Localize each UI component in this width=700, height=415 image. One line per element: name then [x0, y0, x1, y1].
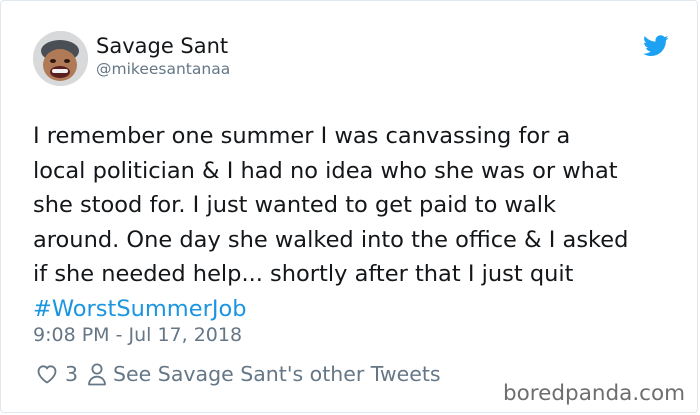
person-icon[interactable]: [87, 362, 107, 386]
tweet-actions: 3 See Savage Sant's other Tweets: [35, 359, 441, 389]
avatar-photo: [33, 31, 88, 86]
hashtag-link[interactable]: #WorstSummerJob: [33, 292, 683, 327]
twitter-bird-icon[interactable]: [643, 35, 669, 57]
like-count: 3: [65, 362, 79, 386]
user-name[interactable]: Savage Sant: [96, 33, 228, 59]
tweet-timestamp[interactable]: 9:08 PM - Jul 17, 2018: [33, 322, 242, 348]
tweet-line: I remember one summer I was canvassing f…: [33, 123, 571, 149]
tweet-text: I remember one summer I was canvassing f…: [33, 119, 683, 326]
avatar[interactable]: [33, 31, 88, 86]
tweet-line: local politician & I had no idea who she…: [33, 157, 618, 184]
user-handle[interactable]: @mikeesantanaa: [96, 59, 230, 79]
tweet-card: Savage Sant @mikeesantanaa I remember on…: [0, 0, 698, 413]
tweet-line: if she needed help... shortly after that…: [33, 261, 574, 287]
other-tweets-link[interactable]: See Savage Sant's other Tweets: [113, 362, 441, 386]
heart-icon[interactable]: [35, 362, 59, 386]
tweet-line: she stood for. I just wanted to get paid…: [33, 192, 557, 218]
watermark: boredpanda.com: [503, 381, 686, 406]
tweet-line: around. One day she walked into the offi…: [33, 226, 629, 253]
